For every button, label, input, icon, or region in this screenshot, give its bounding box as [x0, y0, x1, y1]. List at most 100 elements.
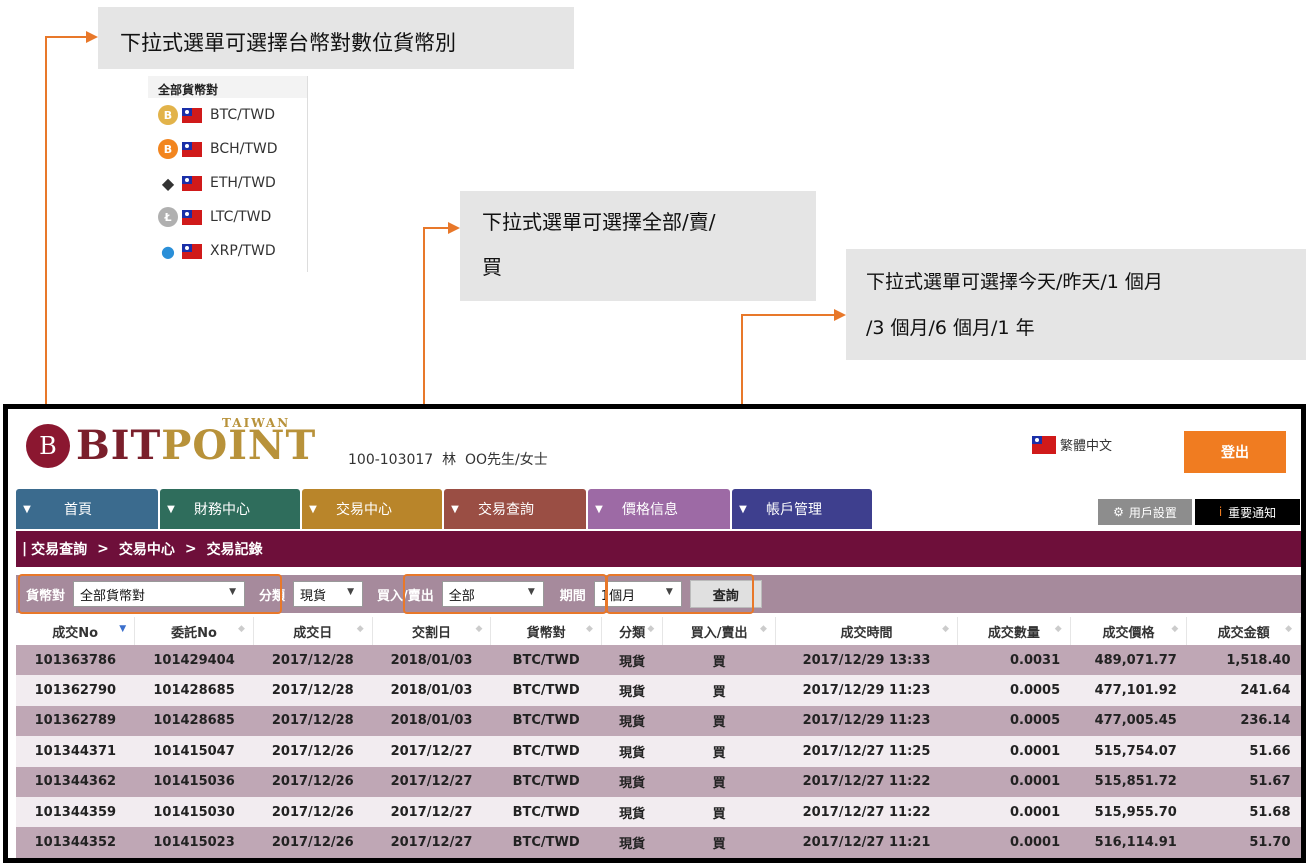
table-cell: 買 — [662, 796, 776, 828]
table-cell: 51.70 — [1186, 827, 1301, 858]
breadcrumb-item-trading-center[interactable]: 交易中心 — [119, 539, 175, 559]
column-header-type[interactable]: 分類 ◆ — [601, 617, 664, 645]
nav-tab-home[interactable]: ▼ 首頁 — [16, 489, 158, 529]
table-cell: 2017/12/27 11:22 — [775, 796, 958, 828]
table-row[interactable]: 101344362 101415036 2017/12/26 2017/12/27 BT… — [16, 766, 1301, 797]
caret-down-icon: ▼ — [23, 503, 31, 515]
nav-tab-finance[interactable]: ▼ 財務中心 — [160, 489, 300, 529]
table-cell: 101363786 — [16, 645, 135, 676]
table-cell: 2017/12/27 11:25 — [775, 736, 958, 767]
table-cell: 2017/12/29 13:33 — [775, 645, 958, 676]
xrp-icon: ● — [161, 241, 175, 261]
dropdown-item-label: XRP/TWD — [210, 243, 276, 259]
table-cell: 0.0005 — [957, 675, 1071, 706]
highlight-side-select — [403, 574, 607, 614]
table-cell: 現貨 — [601, 796, 663, 828]
table-row[interactable]: 101362790 101428685 2017/12/28 2018/01/03 BT… — [16, 675, 1301, 706]
breadcrumb: | 交易查詢 > 交易中心 > 交易記錄 — [16, 531, 1301, 567]
callout-text: 下拉式選單可選擇台幣對數位貨幣別 — [120, 31, 456, 55]
table-row[interactable]: 101344352 101415023 2017/12/26 2017/12/27 BT… — [16, 827, 1301, 858]
sort-icon: ◆ — [475, 624, 483, 634]
callout-period-dropdown: 下拉式選單可選擇今天/昨天/1 個月 /3 個月/6 個月/1 年 — [846, 249, 1306, 360]
language-selector[interactable]: 繁體中文 — [1032, 435, 1112, 454]
table-cell: 2017/12/29 11:23 — [775, 675, 958, 706]
table-cell: 2018/01/03 — [372, 645, 491, 676]
column-header-side[interactable]: 買入/賣出 ◆ — [662, 617, 776, 645]
caret-down-icon: ▼ — [167, 503, 175, 515]
dropdown-item-bch[interactable]: B BCH/TWD — [148, 132, 307, 166]
column-header-amount[interactable]: 成交金額 ◆ — [1186, 617, 1301, 645]
type-select[interactable]: 現貨 ▼ — [293, 581, 364, 607]
table-cell: 51.66 — [1186, 736, 1301, 767]
table-cell: 101415047 — [134, 736, 254, 767]
nav-tab-label: 財務中心 — [194, 502, 250, 518]
table-cell: 101362789 — [16, 705, 135, 737]
nav-tab-trading[interactable]: ▼ 交易中心 — [302, 489, 442, 529]
header-label: 成交數量 — [987, 625, 1040, 641]
header-label: 委託No — [171, 625, 217, 641]
logout-button[interactable]: 登出 — [1184, 431, 1286, 473]
column-header-trade-no[interactable]: 成交No ▼ — [16, 617, 136, 645]
table-cell: 0.0001 — [957, 796, 1071, 828]
gear-icon: ⚙ — [1113, 505, 1124, 519]
dropdown-item-ltc[interactable]: Ł LTC/TWD — [148, 200, 307, 234]
column-header-price[interactable]: 成交價格 ◆ — [1070, 617, 1188, 645]
table-cell: 0.0001 — [957, 827, 1071, 858]
table-cell: BTC/TWD — [490, 796, 602, 828]
table-row[interactable]: 101344359 101415030 2017/12/26 2017/12/27 BT… — [16, 796, 1301, 828]
header-label: 交割日 — [412, 625, 452, 641]
nav-tab-trade-query[interactable]: ▼ 交易查詢 — [444, 489, 586, 529]
eth-diamond-icon: ◆ — [161, 173, 175, 193]
table-body: 101363786 101429404 2017/12/28 2018/01/03 BT… — [16, 645, 1301, 858]
callout-text-line1: 下拉式選單可選擇全部/賣/ — [482, 210, 716, 234]
header-label: 貨幣對 — [526, 625, 566, 641]
table-cell: 477,101.92 — [1070, 675, 1187, 706]
dropdown-item-eth[interactable]: ◆ ETH/TWD — [148, 166, 307, 200]
user-settings-button[interactable]: ⚙ 用戶設置 — [1098, 499, 1192, 525]
table-cell: 101415023 — [134, 827, 254, 858]
table-cell: 489,071.77 — [1070, 645, 1187, 676]
column-header-order-no[interactable]: 委託No ◆ — [134, 617, 254, 645]
column-header-trade-date[interactable]: 成交日 ◆ — [253, 617, 373, 645]
nav-tab-label: 交易中心 — [336, 502, 392, 518]
sort-icon: ◆ — [238, 624, 245, 634]
dropdown-item-btc[interactable]: B BTC/TWD — [148, 98, 307, 132]
table-cell: 買 — [662, 705, 776, 737]
nav-tab-account[interactable]: ▼ 帳戶管理 — [732, 489, 872, 529]
table-cell: 現貨 — [601, 675, 663, 706]
table-cell: 0.0001 — [957, 766, 1071, 797]
column-header-settle-date[interactable]: 交割日 ◆ — [372, 617, 492, 645]
column-header-trade-time[interactable]: 成交時間 ◆ — [775, 617, 959, 645]
breadcrumb-item-trade-query[interactable]: 交易查詢 — [31, 539, 87, 559]
table-cell: 515,754.07 — [1070, 736, 1187, 767]
table-cell: 2017/12/26 — [253, 736, 373, 767]
user-settings-label: 用戶設置 — [1128, 505, 1177, 520]
table-cell: 2017/12/26 — [253, 827, 373, 858]
bitpoint-logo[interactable]: B BITPOINT TAIWAN — [26, 416, 315, 472]
dropdown-item-xrp[interactable]: ● XRP/TWD — [148, 234, 307, 268]
table-cell: BTC/TWD — [490, 766, 602, 797]
table-cell: 2017/12/27 11:22 — [775, 766, 958, 797]
user-info: 100-103017 林 OO先生/女士 — [348, 452, 548, 468]
breadcrumb-bar: | — [22, 541, 28, 557]
table-cell: 101429404 — [134, 645, 254, 676]
dropdown-item-label: ETH/TWD — [210, 175, 276, 191]
taiwan-flag-icon — [182, 175, 202, 191]
column-header-pair[interactable]: 貨幣對 ◆ — [490, 617, 602, 645]
table-cell: 101344371 — [16, 736, 135, 767]
table-cell: 買 — [662, 766, 776, 797]
chevron-right-icon: > — [97, 541, 109, 557]
table-row[interactable]: 101344371 101415047 2017/12/26 2017/12/27 BT… — [16, 736, 1301, 767]
table-row[interactable]: 101363786 101429404 2017/12/28 2018/01/03 BT… — [16, 645, 1301, 676]
nav-tab-price-info[interactable]: ▼ 價格信息 — [588, 489, 730, 529]
important-notice-button[interactable]: i 重要通知 — [1195, 499, 1300, 525]
table-cell: 2017/12/28 — [253, 645, 373, 676]
sort-icon: ◆ — [759, 624, 767, 634]
dropdown-header: 全部貨幣對 — [148, 76, 307, 98]
table-cell: 101428685 — [134, 675, 254, 706]
sort-icon: ◆ — [356, 624, 364, 634]
table-cell: BTC/TWD — [490, 827, 602, 858]
header-label: 分類 — [619, 625, 646, 641]
column-header-quantity[interactable]: 成交數量 ◆ — [957, 617, 1071, 645]
table-row[interactable]: 101362789 101428685 2017/12/28 2018/01/03 BT… — [16, 705, 1301, 737]
